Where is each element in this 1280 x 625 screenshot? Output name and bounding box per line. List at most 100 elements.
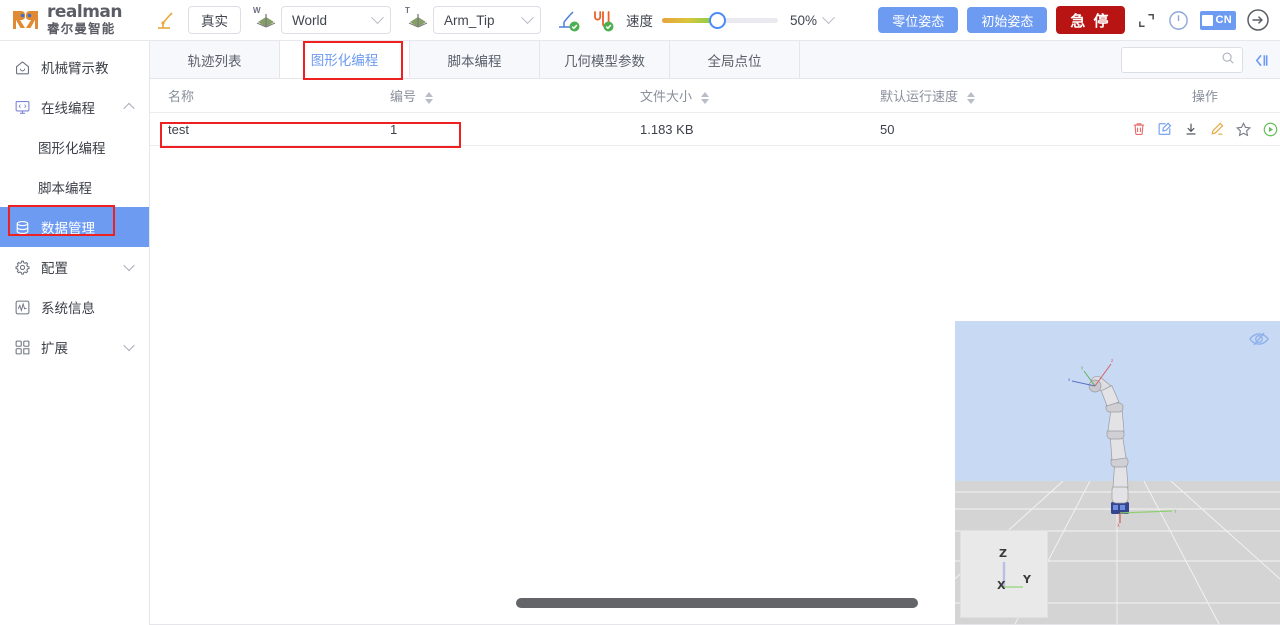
speed-percent-dropdown[interactable]: 50% bbox=[790, 10, 835, 28]
sort-toggle-icon[interactable] bbox=[424, 91, 433, 104]
chevron-down-icon bbox=[521, 10, 534, 24]
speed-slider-knob[interactable] bbox=[709, 12, 726, 29]
column-header-label: 操作 bbox=[1191, 89, 1218, 104]
cell-default-speed: 50 bbox=[880, 121, 895, 137]
download-icon[interactable] bbox=[1183, 121, 1199, 137]
robot-3d-viewport[interactable]: z y x Y X Z X Y bbox=[955, 321, 1280, 624]
world-axes-icon: W bbox=[253, 6, 279, 33]
tab-graphical-programming[interactable]: 图形化编程 bbox=[280, 41, 410, 78]
horizontal-scrollbar[interactable] bbox=[150, 593, 955, 615]
cell-number: 1 bbox=[390, 121, 398, 137]
tab-label: 轨迹列表 bbox=[187, 53, 242, 69]
brand-name-cn: 睿尔曼智能 bbox=[47, 22, 116, 37]
cell-file-size: 1.183 KB bbox=[640, 121, 694, 137]
chevron-down-icon bbox=[123, 339, 135, 352]
trajectory-table: 名称 编号 文件大小 默认运行速度 操作 test 1 1.183 KB 50 bbox=[150, 79, 1280, 146]
init-pose-button[interactable]: 初始姿态 bbox=[967, 7, 1048, 33]
tab-bar-actions bbox=[1121, 41, 1272, 79]
reference-frame-value: World bbox=[292, 12, 328, 28]
sidebar-item-online-programming[interactable]: 在线编程 bbox=[0, 87, 149, 127]
tab-script-programming[interactable]: 脚本编程 bbox=[410, 41, 540, 78]
svg-text:Y: Y bbox=[1173, 509, 1177, 514]
brand-name-en: realman bbox=[47, 2, 123, 23]
column-header-label: 文件大小 bbox=[640, 89, 693, 104]
sidebar-item-configuration[interactable]: 配置 bbox=[0, 247, 149, 287]
gripper-connected-icon[interactable] bbox=[589, 7, 615, 33]
tool-frame-select[interactable]: Arm_Tip bbox=[433, 6, 541, 34]
power-icon[interactable] bbox=[1167, 9, 1190, 32]
emergency-stop-button[interactable]: 急 停 bbox=[1056, 6, 1125, 34]
emergency-stop-label: 急 停 bbox=[1070, 12, 1111, 30]
sidebar-item-data-management[interactable]: 数据管理 bbox=[0, 207, 149, 247]
cell-name: test bbox=[168, 121, 189, 137]
sidebar-item-label: 数据管理 bbox=[41, 221, 95, 236]
axis-label-y: Y bbox=[1023, 573, 1031, 586]
search-box[interactable] bbox=[1121, 47, 1243, 73]
tool-axes-label: T bbox=[405, 6, 410, 15]
column-header-file-size[interactable]: 文件大小 bbox=[640, 86, 880, 105]
gear-icon bbox=[14, 259, 31, 276]
tab-geometry-model-params[interactable]: 几何模型参数 bbox=[540, 41, 670, 78]
collapse-panel-icon[interactable] bbox=[1251, 52, 1272, 69]
sidebar-item-script-programming[interactable]: 脚本编程 bbox=[0, 167, 149, 207]
sidebar-item-robot-teaching[interactable]: 机械臂示教 bbox=[0, 47, 149, 87]
edit-icon[interactable] bbox=[1157, 121, 1173, 137]
brand-name: realman 睿尔曼智能 bbox=[47, 2, 123, 37]
sidebar-item-graphical-programming[interactable]: 图形化编程 bbox=[0, 127, 149, 167]
sidebar-item-extensions[interactable]: 扩展 bbox=[0, 327, 149, 367]
svg-text:y: y bbox=[1081, 365, 1084, 370]
speed-slider[interactable] bbox=[662, 9, 778, 31]
delete-icon[interactable] bbox=[1131, 121, 1147, 137]
favorite-icon[interactable] bbox=[1235, 121, 1252, 138]
tab-global-points[interactable]: 全局点位 bbox=[670, 41, 800, 78]
reference-frame-select[interactable]: World bbox=[281, 6, 391, 34]
tab-label: 全局点位 bbox=[707, 53, 762, 69]
zero-pose-button[interactable]: 零位姿态 bbox=[878, 7, 959, 33]
sidebar: 机械臂示教 在线编程 图形化编程 脚本编程 数据管理 配置 系统信息 扩展 bbox=[0, 41, 150, 625]
realman-logo-icon bbox=[12, 7, 40, 33]
speed-label: 速度 bbox=[626, 14, 653, 29]
tab-bar: 轨迹列表 图形化编程 脚本编程 几何模型参数 全局点位 bbox=[150, 41, 1280, 79]
tab-label: 脚本编程 bbox=[447, 53, 502, 69]
top-toolbar: realman 睿尔曼智能 真实 W World T Arm_Tip 速度 50… bbox=[0, 0, 1280, 41]
column-header-actions: 操作 bbox=[1130, 86, 1280, 105]
svg-text:z: z bbox=[1111, 358, 1113, 363]
sidebar-item-label: 机械臂示教 bbox=[41, 61, 109, 76]
column-header-label: 编号 bbox=[390, 89, 417, 104]
rename-icon[interactable] bbox=[1209, 121, 1225, 137]
column-header-number[interactable]: 编号 bbox=[390, 86, 640, 105]
robot-arm-icon[interactable] bbox=[154, 8, 178, 32]
tab-label: 图形化编程 bbox=[310, 53, 379, 68]
eye-hidden-icon[interactable] bbox=[1248, 329, 1270, 354]
robot-mode-button[interactable]: 真实 bbox=[188, 6, 241, 34]
sort-toggle-icon[interactable] bbox=[700, 91, 709, 104]
search-icon[interactable] bbox=[1221, 51, 1235, 70]
database-icon bbox=[14, 219, 31, 236]
brand-logo: realman 睿尔曼智能 bbox=[12, 4, 148, 36]
sort-toggle-icon[interactable] bbox=[966, 91, 975, 104]
run-icon[interactable] bbox=[1262, 121, 1279, 138]
language-switch[interactable]: CN bbox=[1199, 10, 1236, 30]
app-window: realman 睿尔曼智能 真实 W World T Arm_Tip 速度 50… bbox=[0, 0, 1280, 625]
horizontal-scrollbar-thumb[interactable] bbox=[516, 598, 918, 608]
svg-text:x: x bbox=[1068, 377, 1071, 382]
sidebar-item-label: 扩展 bbox=[41, 341, 68, 356]
sidebar-item-label: 图形化编程 bbox=[38, 141, 106, 156]
sidebar-item-label: 脚本编程 bbox=[38, 181, 92, 196]
viewport-axis-indicator: Z X Y bbox=[960, 530, 1048, 618]
home-icon bbox=[14, 59, 31, 76]
table-row[interactable]: test 1 1.183 KB 50 bbox=[150, 113, 1280, 146]
sidebar-item-label: 配置 bbox=[41, 261, 68, 276]
tab-trajectory-list[interactable]: 轨迹列表 bbox=[150, 41, 280, 78]
code-monitor-icon bbox=[14, 99, 31, 116]
sidebar-item-system-info[interactable]: 系统信息 bbox=[0, 287, 149, 327]
sidebar-item-label: 在线编程 bbox=[41, 101, 95, 116]
sidebar-item-label: 系统信息 bbox=[41, 301, 95, 316]
fullscreen-icon[interactable] bbox=[1137, 11, 1156, 30]
axis-label-x: X bbox=[997, 579, 1006, 592]
robot-mode-label: 真实 bbox=[201, 14, 228, 29]
search-input[interactable] bbox=[1130, 52, 1221, 68]
logout-icon[interactable] bbox=[1246, 8, 1270, 32]
column-header-default-speed[interactable]: 默认运行速度 bbox=[880, 86, 1130, 105]
arm-connected-icon[interactable] bbox=[555, 7, 581, 33]
